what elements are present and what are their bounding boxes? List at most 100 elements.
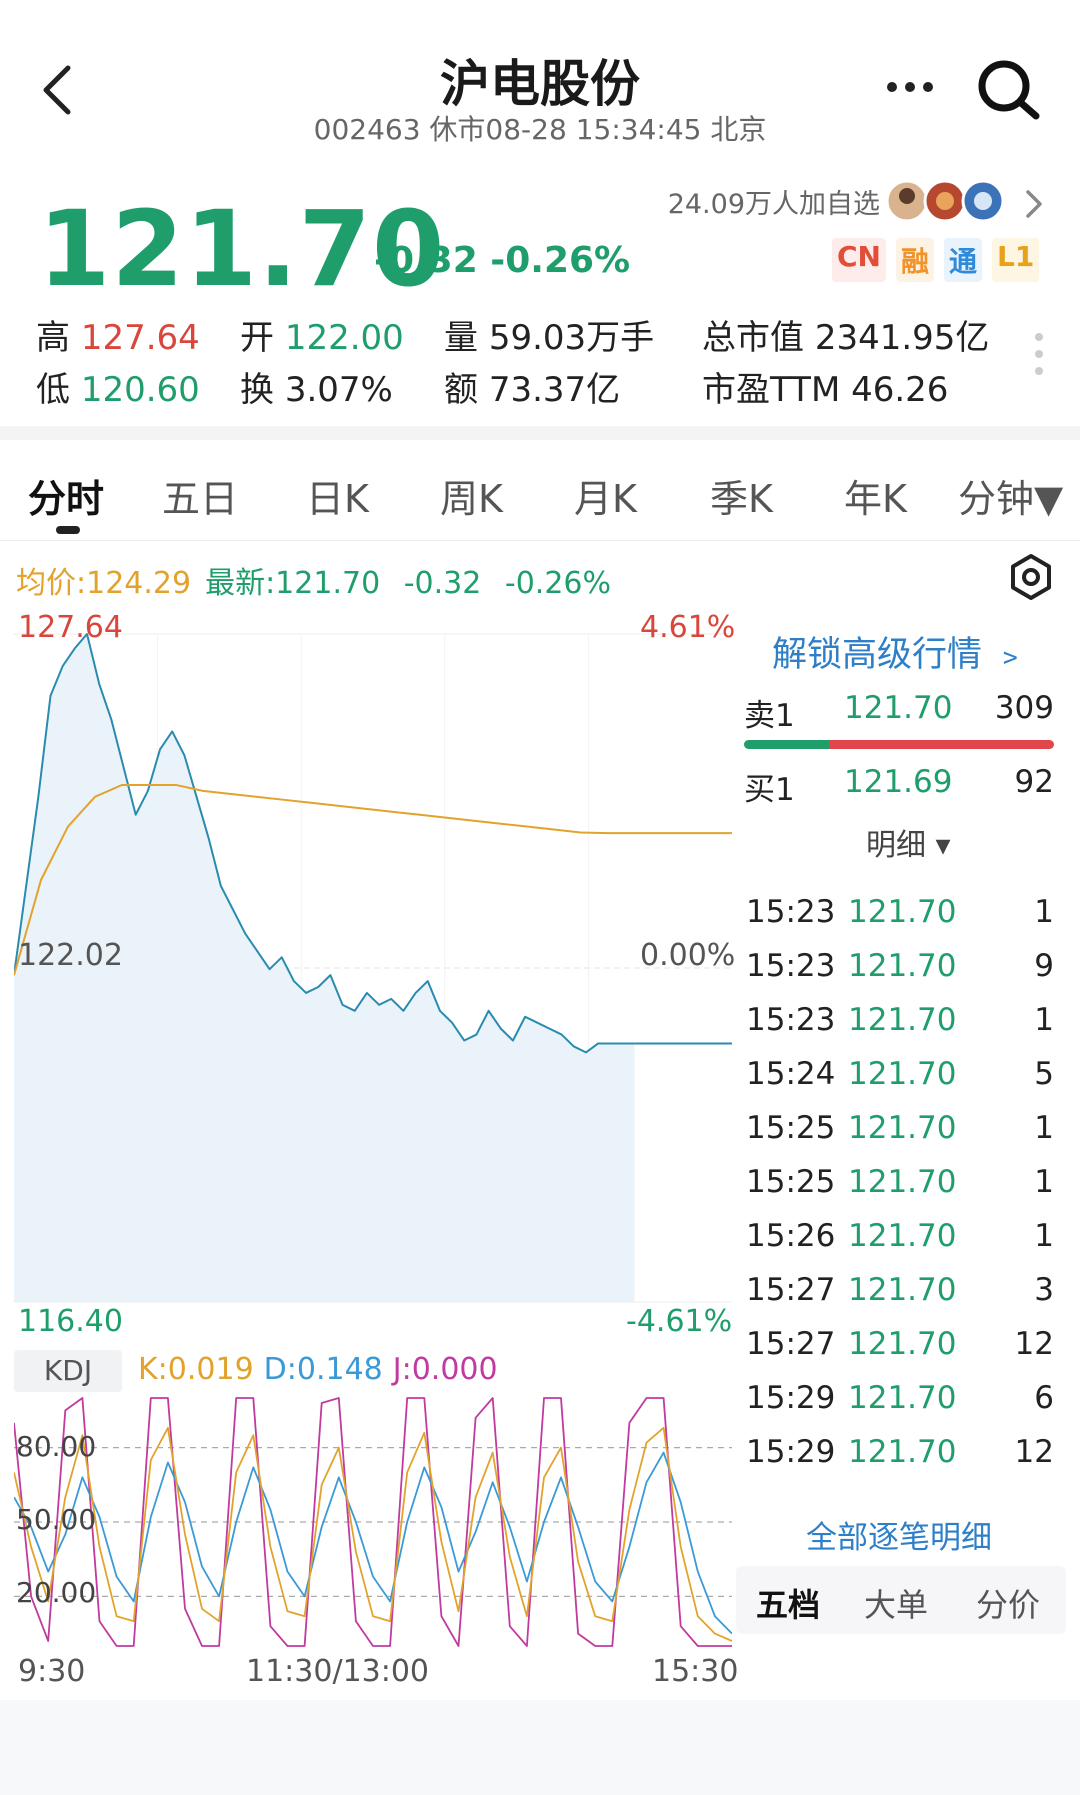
tick-time: 15:23 [746,894,836,930]
kdj-indicator-selector[interactable]: KDJ [14,1350,122,1392]
tick-volume: 1 [1034,1164,1054,1200]
tick-row: 15:25 121.70 1 [744,1110,1054,1164]
stock-code-status: 002463 休市08-28 15:34:45 北京 [313,113,767,146]
expand-stats-icon[interactable] [1034,332,1044,376]
tick-volume: 5 [1034,1056,1054,1092]
stat-open: 开 122.00 [240,318,404,358]
chart-mid-pct: 0.00% [640,938,736,973]
tick-time: 15:27 [746,1272,836,1308]
kdj-tick-20: 20.00 [16,1576,97,1609]
tag-cn[interactable]: CN [832,238,886,282]
tick-time: 15:26 [746,1218,836,1254]
tick-price: 121.70 [848,894,957,930]
chart-top-pct: 4.61% [640,610,736,645]
section-divider [0,426,1080,440]
detail-dropdown[interactable]: 明细 ▾ [866,820,951,864]
tick-volume: 1 [1034,870,1054,876]
price-change: -0.32 -0.26% [374,240,631,281]
tab-monthly-k[interactable]: 月K [574,468,637,523]
stat-volume: 量 59.03万手 [444,318,655,358]
kdj-values: K:0.019 D:0.148 J:0.000 [138,1352,498,1387]
tick-list[interactable]: 15:22121.70115:23121.70115:23121.70915:2… [744,870,1054,1488]
tick-volume: 1 [1034,894,1054,930]
tick-volume: 1 [1034,1218,1054,1254]
tick-time: 15:22 [746,870,835,876]
tab-large-orders[interactable]: 大单 [864,1580,928,1626]
followers-count[interactable]: 24.09万人加自选 [560,182,880,221]
tab-price-distribution[interactable]: 分价 [976,1580,1040,1626]
tick-price: 121.70 [848,1056,957,1092]
chart-bottom-pct: -4.61% [626,1304,733,1339]
tab-weekly-k[interactable]: 周K [440,468,503,523]
stat-low: 低 120.60 [36,370,200,410]
bid-1-price: 121.69 [844,764,953,800]
tick-row: 15:27 121.70 3 [744,1272,1054,1326]
tick-price: 121.70 [848,1326,957,1362]
chart-bottom-price: 116.40 [18,1304,123,1339]
stat-market-cap: 总市值 2341.95亿 [702,318,990,358]
avg-price: 均价:124.29 [16,566,192,601]
tick-row: 15:26 121.70 1 [744,1218,1054,1272]
tick-price: 121.70 [848,1434,957,1470]
tag-connect[interactable]: 通 [944,238,983,282]
more-icon[interactable] [880,62,940,112]
bottom-safe-area [0,1700,1080,1795]
market-tags: CN 融 通 L1 [832,238,1040,282]
tick-time: 15:24 [746,1056,836,1092]
unlock-advanced-quotes-link[interactable]: 解锁高级行情 ﹥ [772,626,1028,677]
ask-1-label: 卖1 [744,698,795,734]
chart-period-tabs: 分时 五日 日K 周K 月K 季K 年K 分钟▼ [0,462,1080,542]
time-start: 9:30 [18,1654,86,1689]
tick-row: 15:25 121.70 1 [744,1164,1054,1218]
ask-1-price: 121.70 [844,690,953,726]
latest-price: 最新:121.70 [205,566,381,601]
kdj-tick-80: 80.00 [16,1430,97,1463]
tick-volume: 1 [1034,1110,1054,1146]
kdj-j-value: J:0.000 [392,1352,498,1387]
all-ticks-link[interactable]: 全部逐笔明细 [744,1512,1054,1557]
kdj-k-value: K:0.019 [138,1352,254,1387]
tick-price: 121.70 [848,870,956,876]
chart-mid-price: 122.02 [18,938,123,973]
tick-time: 15:23 [746,948,836,984]
tick-row: 15:23 121.70 9 [744,948,1054,1002]
kdj-k-line [14,1426,732,1642]
time-mid: 11:30/13:00 [246,1654,430,1689]
tick-row: 15:29 121.70 12 [744,1434,1054,1488]
kdj-chart[interactable] [14,1390,732,1652]
latest-pct: -0.26% [504,566,612,601]
tab-intraday[interactable]: 分时 [28,468,104,523]
stat-turnover: 换 3.07% [240,370,393,410]
tick-volume: 1 [1034,1002,1054,1038]
bid-ask-ratio-bar [744,740,1054,749]
tab-quarterly-k[interactable]: 季K [710,468,773,523]
stat-amount: 额 73.37亿 [444,370,621,410]
chevron-right-icon[interactable] [1022,186,1046,222]
tab-yearly-k[interactable]: 年K [844,468,907,523]
tab-five-day[interactable]: 五日 [162,468,238,523]
orderbook-tabs: 五档 大单 分价 [736,1566,1066,1634]
ask-1-volume: 309 [994,690,1054,726]
tick-volume: 9 [1034,948,1054,984]
tick-time: 15:27 [746,1326,836,1362]
follower-avatars[interactable] [884,178,1010,224]
tick-time: 15:25 [746,1110,836,1146]
tick-volume: 12 [1014,1434,1054,1470]
tick-time: 15:25 [746,1164,836,1200]
tick-time: 15:23 [746,1002,836,1038]
ask-ratio-segment [829,740,1054,749]
search-icon[interactable] [974,56,1044,126]
tag-margin[interactable]: 融 [895,238,934,282]
settings-gear-icon[interactable] [1006,552,1056,602]
tick-volume: 3 [1034,1272,1054,1308]
tick-price: 121.70 [848,1164,957,1200]
active-tab-indicator [56,526,80,534]
chart-top-price: 127.64 [18,610,123,645]
bid-1-volume: 92 [1014,764,1054,800]
tab-minute[interactable]: 分钟▼ [958,468,1063,523]
tag-l1[interactable]: L1 [992,238,1040,282]
tick-time: 15:29 [746,1434,836,1470]
tab-daily-k[interactable]: 日K [306,468,369,523]
tab-five-levels[interactable]: 五档 [756,1580,820,1626]
kdj-tick-50: 50.00 [16,1503,97,1536]
